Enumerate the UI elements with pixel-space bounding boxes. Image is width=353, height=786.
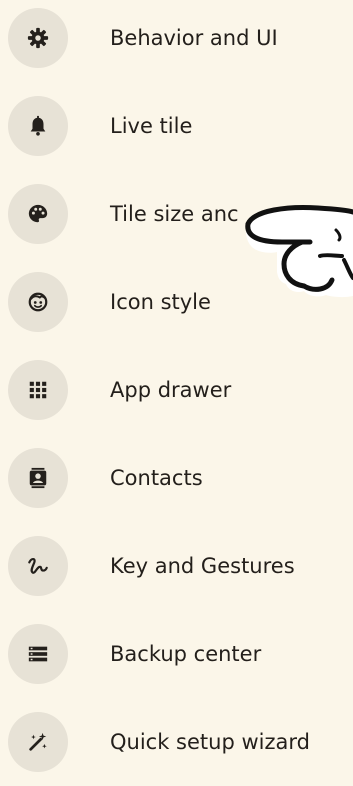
menu-item-label: Tile size anc [110,202,239,226]
menu-item-label: Quick setup wizard [110,730,310,754]
menu-item-label: Behavior and UI [110,26,278,50]
pointing-hand-icon [244,194,353,302]
settings-menu-list: Behavior and UI Live tile Tile size anc [0,0,353,772]
magic-wand-icon [8,712,68,772]
gear-icon [8,8,68,68]
menu-item-app-drawer[interactable]: App drawer [0,352,353,434]
menu-item-key-and-gestures[interactable]: Key and Gestures [0,528,353,610]
menu-item-label: Contacts [110,466,203,490]
menu-item-label: App drawer [110,378,232,402]
stacked-bars-icon [8,624,68,684]
gesture-icon [8,536,68,596]
smiley-face-icon [8,272,68,332]
menu-item-label: Live tile [110,114,193,138]
menu-item-backup-center[interactable]: Backup center [0,616,353,698]
menu-item-label: Key and Gestures [110,554,295,578]
menu-item-live-tile[interactable]: Live tile [0,88,353,170]
menu-item-label: Backup center [110,642,262,666]
menu-item-behavior-and-ui[interactable]: Behavior and UI [0,0,353,82]
contact-card-icon [8,448,68,508]
bell-icon [8,96,68,156]
grid-icon [8,360,68,420]
menu-item-contacts[interactable]: Contacts [0,440,353,522]
menu-item-quick-setup-wizard[interactable]: Quick setup wizard [0,704,353,786]
palette-icon [8,184,68,244]
menu-item-label: Icon style [110,290,211,314]
